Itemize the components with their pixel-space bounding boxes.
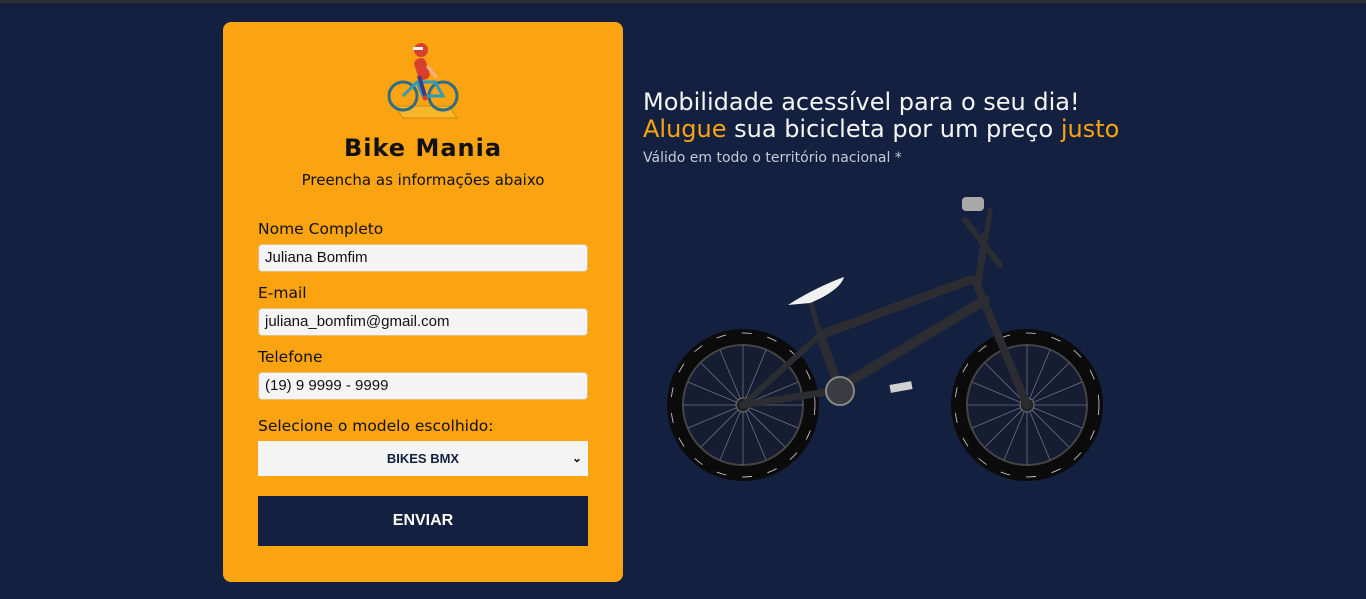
- rental-form-card: Bike Mania Preencha as informações abaix…: [223, 22, 623, 582]
- submit-button[interactable]: ENVIAR: [258, 496, 588, 546]
- hero-line-2: Alugue sua bicicleta por um preço justo: [643, 116, 1119, 143]
- phone-label: Telefone: [258, 348, 323, 366]
- phone-input[interactable]: (19) 9 9999 - 9999: [258, 372, 588, 400]
- bmx-bike-image: [667, 197, 1103, 481]
- validity-note: Válido em todo o território nacional *: [643, 150, 902, 166]
- cyclist-logo-icon: [387, 43, 459, 119]
- model-select[interactable]: BIKES BMX ⌄: [258, 441, 588, 476]
- bike-seat: [788, 277, 844, 305]
- email-input[interactable]: juliana_bomfim@gmail.com: [258, 308, 588, 336]
- hero-headline: Mobilidade acessível para o seu dia! Alu…: [643, 89, 1119, 143]
- model-label: Selecione o modelo escolhido:: [258, 417, 494, 435]
- model-select-value: BIKES BMX: [386, 451, 460, 466]
- email-label: E-mail: [258, 284, 307, 302]
- hero-line-2-middle: sua bicicleta por um preço: [726, 115, 1061, 143]
- form-subtitle: Preencha as informações abaixo: [301, 171, 545, 189]
- hero-accent-justo: justo: [1060, 115, 1120, 143]
- browser-top-strip: [0, 0, 1366, 3]
- brand-title: Bike Mania: [343, 134, 503, 162]
- name-label: Nome Completo: [258, 220, 384, 238]
- chevron-down-icon: ⌄: [571, 451, 582, 465]
- hero-line-1: Mobilidade acessível para o seu dia!: [643, 88, 1080, 116]
- name-input[interactable]: Juliana Bomfim: [258, 244, 588, 272]
- hero-accent-alugue: Alugue: [643, 115, 727, 143]
